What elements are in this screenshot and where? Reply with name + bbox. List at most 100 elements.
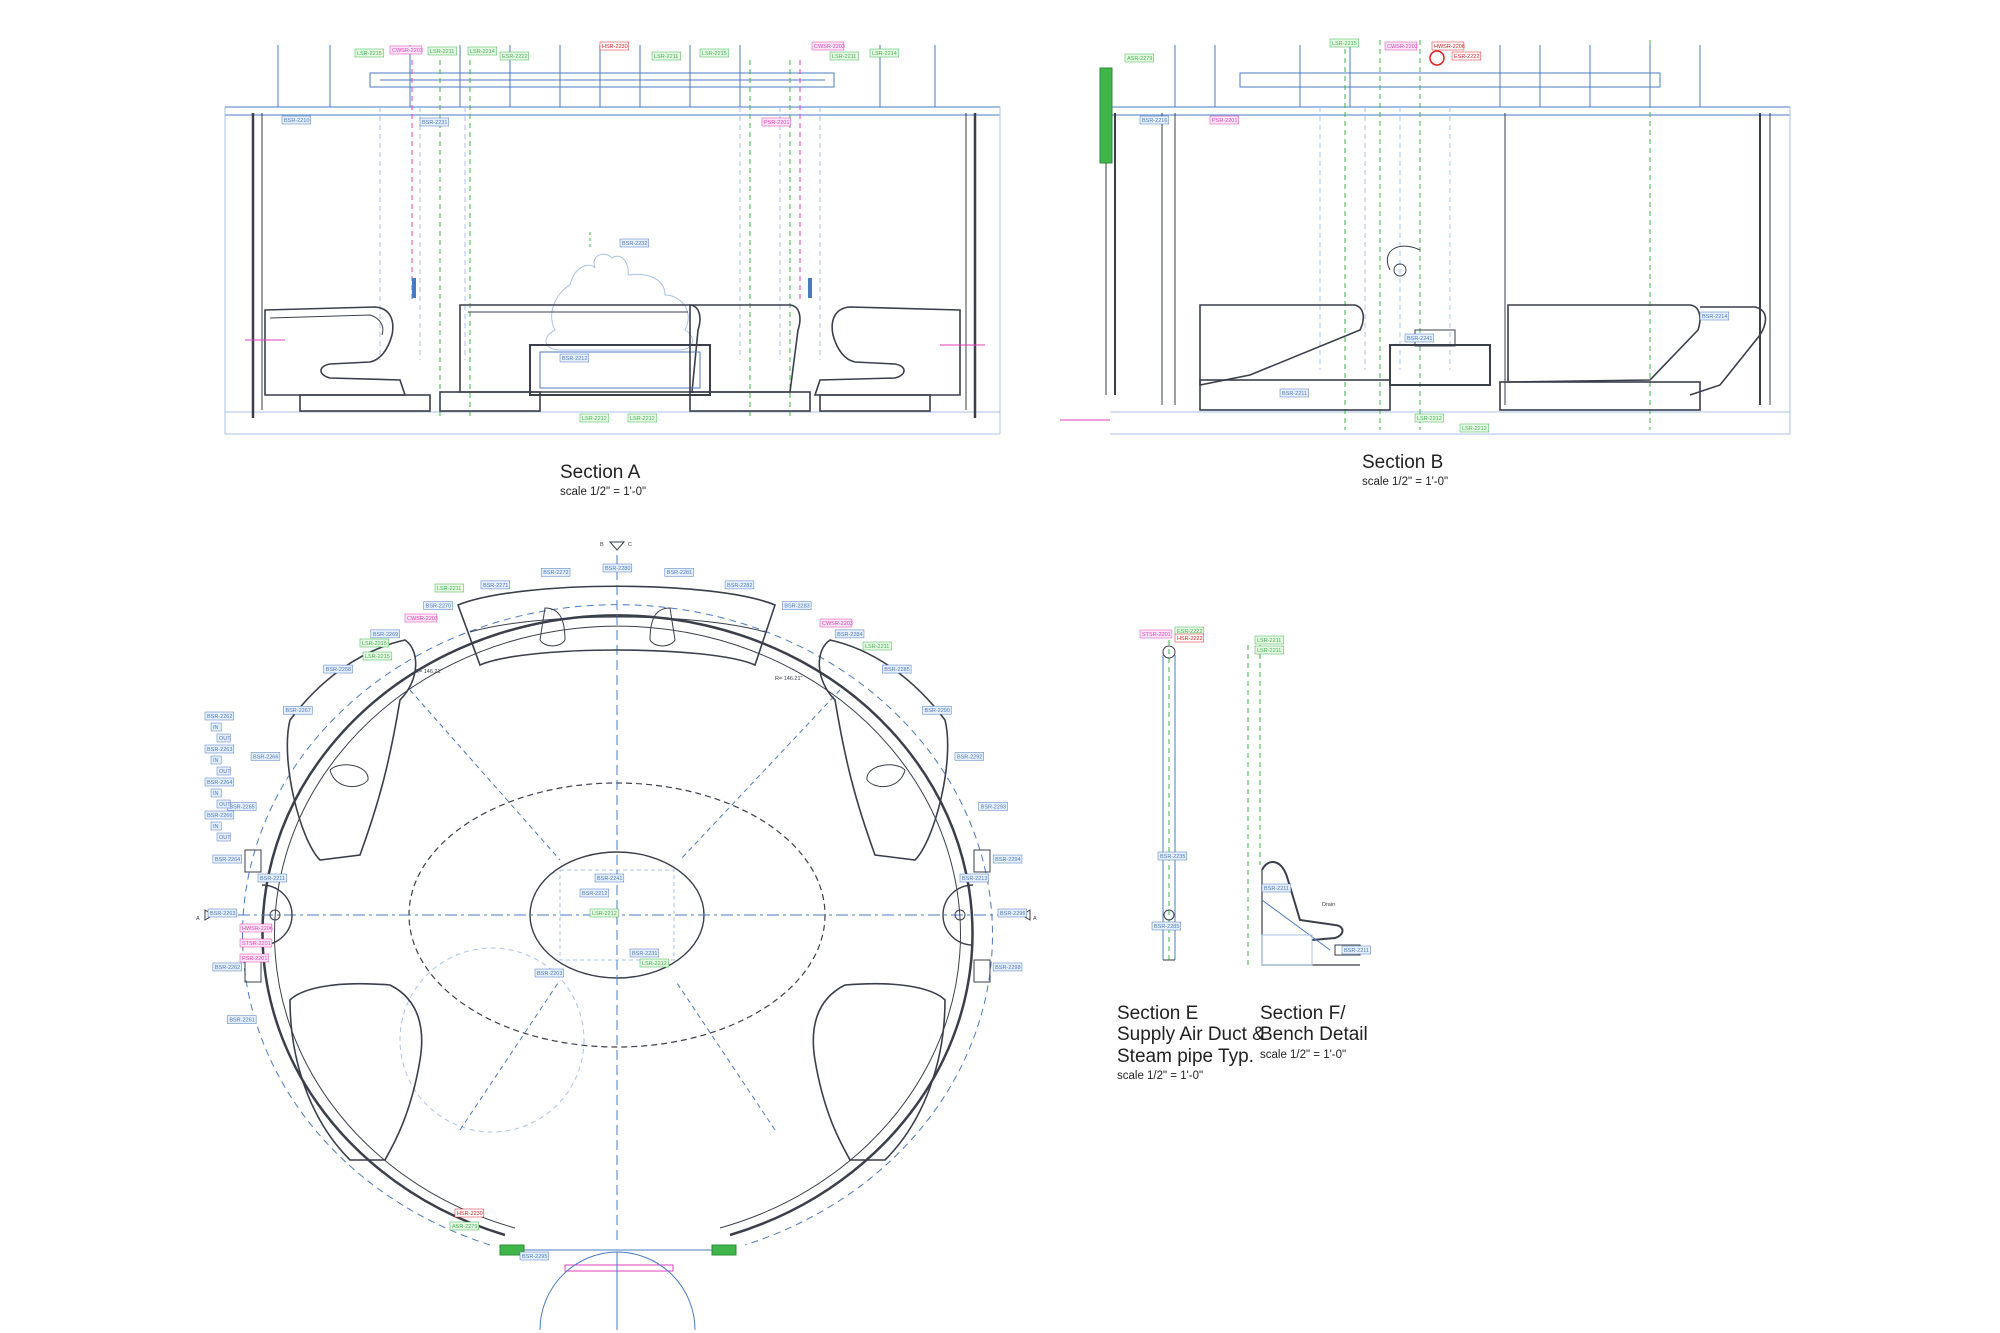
ring-tag: BSR-2264 — [212, 854, 242, 864]
bench-mid-left — [459, 304, 701, 393]
plan-tag: LSR-2212 — [589, 908, 620, 918]
section-a-tag: LSR-2212 — [627, 413, 658, 423]
section-e-line1: Section E — [1117, 1003, 1199, 1024]
svg-text:BSR-2295: BSR-2295 — [522, 1254, 547, 1260]
svg-text:LSR-2211: LSR-2211 — [1257, 648, 1281, 654]
left-stack-tag: BSR-2262 — [204, 711, 235, 721]
svg-text:BSR-2211: BSR-2211 — [260, 876, 285, 882]
svg-text:BSR-2213: BSR-2213 — [962, 876, 987, 882]
svg-text:LSR-2211: LSR-2211 — [1257, 638, 1281, 644]
section-a-tag: LSR-2214 — [467, 46, 498, 56]
svg-text:BSR-2263: BSR-2263 — [210, 911, 235, 917]
section-e-line2: Supply Air Duct & — [1117, 1024, 1265, 1046]
svg-text:BSR-2282: BSR-2282 — [727, 583, 752, 589]
steam-cloud — [545, 253, 694, 351]
svg-text:OUT: OUT — [219, 835, 231, 841]
svg-text:BSR-2267: BSR-2267 — [285, 708, 310, 714]
cut-mark-top-label: B — [600, 542, 604, 548]
ring-tag: BSR-2296 — [997, 908, 1028, 918]
ring-tag: BSR-2298 — [992, 962, 1023, 972]
plan-tag: LSR-2212 — [639, 958, 670, 968]
cut-mark-top — [608, 541, 626, 551]
red-fixture — [1429, 50, 1445, 66]
section-a-tag: HSR-2230 — [599, 41, 630, 51]
svg-text:BSR-2280: BSR-2280 — [605, 566, 630, 572]
section-a-scale: scale 1/2" = 1'-0" — [560, 486, 647, 499]
plan-tag: LSR-2215 — [362, 651, 393, 661]
svg-text:BSR-2268: BSR-2268 — [326, 667, 351, 673]
section-f-scale: scale 1/2" = 1'-0" — [1260, 1048, 1347, 1061]
section-e-tag: STSR-2201 — [1139, 629, 1173, 639]
svg-text:LSR-2211: LSR-2211 — [865, 644, 889, 650]
cut-mark-left-label: A — [196, 916, 200, 922]
ring-tag: BSR-2293 — [978, 802, 1008, 811]
section-e-scale: scale 1/2" = 1'-0" — [1117, 1069, 1204, 1082]
section-a-drawing — [224, 45, 1001, 435]
section-f-tag: LSR-2211 — [1254, 635, 1285, 645]
svg-text:BSR-2266: BSR-2266 — [207, 813, 232, 819]
section-b-tag: ESR-2222 — [1451, 51, 1482, 61]
svg-text:CWSR-2203: CWSR-2203 — [392, 48, 423, 54]
glass-panel — [1099, 67, 1113, 164]
section-f-drawing — [1247, 645, 1361, 966]
svg-text:LSR-2212: LSR-2212 — [592, 911, 617, 917]
section-a-tag: BSR-2210 — [281, 115, 312, 125]
svg-text:LSR-2214: LSR-2214 — [872, 51, 897, 57]
svg-text:BSR-2265: BSR-2265 — [229, 804, 254, 810]
svg-text:OUT: OUT — [219, 769, 231, 775]
plan-tag: CWSR-2203 — [819, 618, 853, 628]
cut-mark-right-label: A — [1033, 916, 1037, 922]
plan-tag: HWSR-2206 — [239, 923, 273, 933]
svg-text:BSR-2214: BSR-2214 — [1702, 314, 1727, 320]
plan-tag: STSR-2201 — [239, 938, 273, 948]
svg-text:ASR-2279: ASR-2279 — [452, 1224, 477, 1230]
svg-text:BSR-2292: BSR-2292 — [957, 754, 982, 760]
svg-text:LSR-2214: LSR-2214 — [470, 49, 495, 55]
door-swing — [539, 1251, 618, 1331]
svg-text:BSR-2283: BSR-2283 — [784, 604, 809, 610]
svg-text:HSR-2230: HSR-2230 — [602, 44, 628, 50]
svg-text:BSR-2272: BSR-2272 — [543, 570, 568, 576]
bench-mid-right — [689, 304, 801, 393]
svg-text:IN: IN — [213, 824, 219, 830]
svg-text:LSR-2212: LSR-2212 — [582, 416, 607, 422]
section-f-line1: Section F/ — [1260, 1003, 1346, 1024]
svg-text:BSR-2263: BSR-2263 — [207, 747, 232, 753]
svg-text:BSR-2284: BSR-2284 — [837, 632, 862, 638]
plan-tag: BSR-2295 — [519, 1251, 550, 1261]
svg-text:BSR-2211: BSR-2211 — [1264, 886, 1289, 892]
left-stack-tag: OUT — [216, 832, 231, 842]
svg-text:LSR-2211: LSR-2211 — [430, 49, 454, 55]
svg-text:CWSR-2203: CWSR-2203 — [407, 616, 438, 622]
svg-text:BSR-2235: BSR-2235 — [1160, 854, 1185, 860]
drain-note: Drain — [1322, 902, 1335, 908]
section-e-drawing — [1162, 640, 1176, 961]
svg-text:LSR-2215: LSR-2215 — [362, 641, 387, 647]
section-b-tag: BSR-2241 — [1404, 333, 1435, 343]
section-a-tag: LSR-2211 — [651, 51, 682, 61]
svg-text:BSR-2211: BSR-2211 — [1282, 391, 1307, 397]
left-stack-tag: IN — [210, 788, 222, 798]
svg-text:BSR-2203: BSR-2203 — [537, 971, 562, 977]
plan-tag: LSR-2211 — [862, 641, 893, 651]
svg-text:CWSR-2203: CWSR-2203 — [822, 621, 853, 627]
section-a-name: Section A — [560, 462, 641, 483]
plan-tag: BSR-2203 — [534, 968, 565, 978]
section-a-tag: CWSR-2203 — [389, 45, 423, 55]
section-e-line3: Steam pipe Typ. — [1117, 1045, 1254, 1067]
ring-tag: BSR-2271 — [480, 580, 510, 590]
svg-text:BSR-2266: BSR-2266 — [253, 754, 278, 760]
plan-tag: BSR-2213 — [959, 873, 990, 883]
svg-text:BSR-2231: BSR-2231 — [632, 951, 657, 957]
section-a-tag: ESR-2222 — [499, 51, 530, 61]
bench-right — [813, 306, 961, 396]
section-e-tag: BSR-2285 — [1151, 921, 1182, 931]
section-b-tag: LSR-2215 — [1329, 38, 1360, 48]
ring-tag: BSR-2265 — [227, 802, 257, 811]
svg-text:CWSR-2203: CWSR-2203 — [814, 44, 845, 50]
section-a-tag: LSR-2212 — [579, 413, 610, 423]
ring-tag: BSR-2285 — [882, 664, 912, 674]
svg-text:BSR-2216: BSR-2216 — [1142, 118, 1167, 124]
left-stack-tag: IN — [210, 722, 222, 732]
svg-text:ASR-2279: ASR-2279 — [1127, 56, 1152, 62]
